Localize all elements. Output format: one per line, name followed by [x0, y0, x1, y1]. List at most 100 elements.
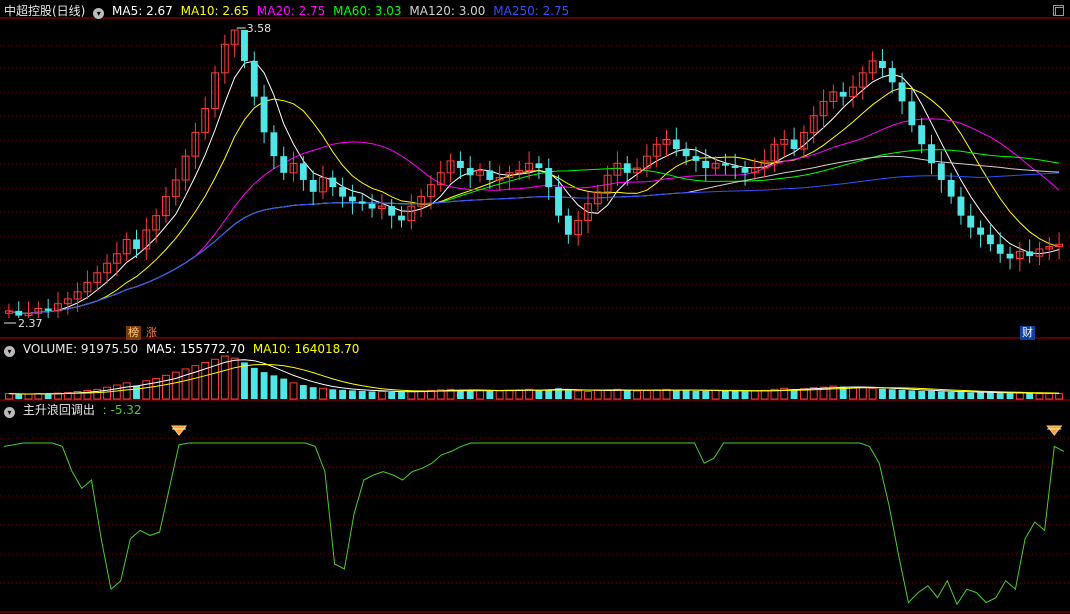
- candle-body: [731, 165, 739, 169]
- cai-badge[interactable]: 财: [1020, 326, 1035, 340]
- candle-body: [280, 156, 288, 173]
- volume-ma5-line: [8, 359, 1060, 395]
- volume-bar: [476, 389, 484, 400]
- candle-body: [555, 187, 562, 216]
- price-panel-header: 中超控股(日线) ▾ MA5: 2.67 MA10: 2.65 MA20: 2.…: [4, 2, 573, 20]
- candle-body: [348, 196, 356, 202]
- volume-bar: [486, 390, 494, 399]
- ma10-label: MA10: 2.65: [180, 4, 250, 18]
- volume-bar: [112, 384, 121, 400]
- candle-body: [741, 168, 749, 173]
- volume-ma-lines: [8, 359, 1060, 395]
- high-price-label: 3.58: [247, 22, 271, 35]
- candle-body: [270, 132, 278, 157]
- ma60-line: [8, 149, 1060, 314]
- volume-ma5-label: MA5: 155772.70: [146, 342, 245, 356]
- ma20-label: MA20: 2.75: [256, 4, 326, 18]
- candle-body: [996, 244, 1004, 254]
- chevron-down-icon[interactable]: ▾: [4, 407, 15, 418]
- chevron-down-icon[interactable]: ▾: [93, 8, 105, 19]
- volume-panel-header: ▾ VOLUME: 91975.50 MA5: 155772.70 MA10: …: [4, 340, 363, 358]
- candle-body: [878, 60, 886, 69]
- volume-bar: [986, 392, 994, 399]
- volume-bar: [171, 371, 180, 400]
- volume-bar: [967, 392, 975, 399]
- volume-bar: [535, 390, 543, 399]
- volume-bar: [495, 390, 504, 400]
- candle-body: [260, 96, 268, 133]
- candle-body: [368, 203, 376, 209]
- volume-ma10-line: [8, 363, 1060, 395]
- signal-markers: [171, 425, 1063, 436]
- chevron-down-icon[interactable]: ▾: [4, 346, 15, 357]
- zhang-badge[interactable]: 涨: [144, 326, 159, 340]
- candle-body: [790, 139, 798, 150]
- indicator-title: 主升浪回调出: [22, 403, 95, 417]
- volume-bar: [329, 389, 337, 399]
- volume-bar: [368, 391, 376, 399]
- volume-bar: [721, 390, 729, 399]
- candle-body: [1026, 251, 1034, 257]
- bang-badge[interactable]: 榜: [126, 326, 141, 340]
- volume-bar: [898, 389, 906, 399]
- candle-body: [672, 139, 680, 150]
- volume-bar: [957, 392, 965, 399]
- candle-body: [339, 187, 347, 197]
- ma250-label: MA250: 2.75: [493, 4, 570, 18]
- stock-title[interactable]: 中超控股(日线): [4, 4, 85, 18]
- volume-bar: [702, 390, 710, 399]
- volume-bar: [623, 390, 631, 399]
- volume-bar: [250, 367, 258, 399]
- volume-bar: [181, 368, 190, 400]
- volume-bar: [377, 390, 386, 400]
- candle-body: [456, 160, 464, 169]
- ma60-label: MA60: 3.03: [333, 4, 402, 18]
- volume-bar: [388, 392, 396, 399]
- candle-body: [721, 163, 729, 166]
- volume-bar: [574, 390, 583, 400]
- indicator-panel-header: ▾ 主升浪回调出 : -5.32: [4, 401, 146, 419]
- volume-bar: [299, 385, 307, 399]
- volume-bar: [1055, 393, 1064, 400]
- volume-bar: [692, 390, 700, 399]
- volume-bar: [162, 374, 170, 400]
- volume-bar: [584, 390, 592, 400]
- volume-bar: [466, 390, 474, 399]
- candle-body: [898, 82, 906, 102]
- volume-bar: [289, 382, 298, 400]
- volume-bar: [15, 394, 23, 399]
- indicator-value: : -5.32: [102, 403, 142, 417]
- ma120-line: [8, 155, 1060, 314]
- candle-body: [44, 308, 52, 311]
- candle-body: [967, 215, 975, 228]
- candle-body: [299, 163, 307, 180]
- maximize-icon[interactable]: [1053, 5, 1064, 16]
- candle-body: [309, 179, 317, 192]
- ma120-label: MA120: 3.00: [409, 4, 486, 18]
- volume-bar: [652, 389, 661, 400]
- candle-body: [977, 227, 985, 235]
- volume-bar: [937, 391, 945, 399]
- candle-body: [908, 101, 916, 126]
- chart-canvas[interactable]: 3.58 2.37: [0, 0, 1070, 614]
- candle-body: [623, 163, 631, 173]
- candle-body: [133, 239, 140, 249]
- volume-bar: [750, 390, 759, 400]
- candle-body: [466, 168, 474, 176]
- volume-bar: [270, 375, 278, 399]
- volume-bar: [417, 390, 426, 400]
- volume-bars: [4, 355, 1064, 400]
- volume-label: VOLUME: 91975.50: [22, 342, 139, 356]
- candle-body: [937, 163, 945, 180]
- volume-bar: [309, 387, 317, 399]
- volume-bar: [505, 389, 514, 400]
- diamond-signal-icon: [1046, 425, 1063, 436]
- volume-bar: [918, 390, 926, 399]
- candle-body: [682, 149, 690, 157]
- volume-bar: [760, 389, 769, 400]
- volume-bar: [122, 382, 131, 400]
- volume-bar: [672, 389, 680, 399]
- volume-bar: [358, 390, 366, 399]
- candle-body: [15, 310, 23, 316]
- volume-bar: [24, 393, 33, 400]
